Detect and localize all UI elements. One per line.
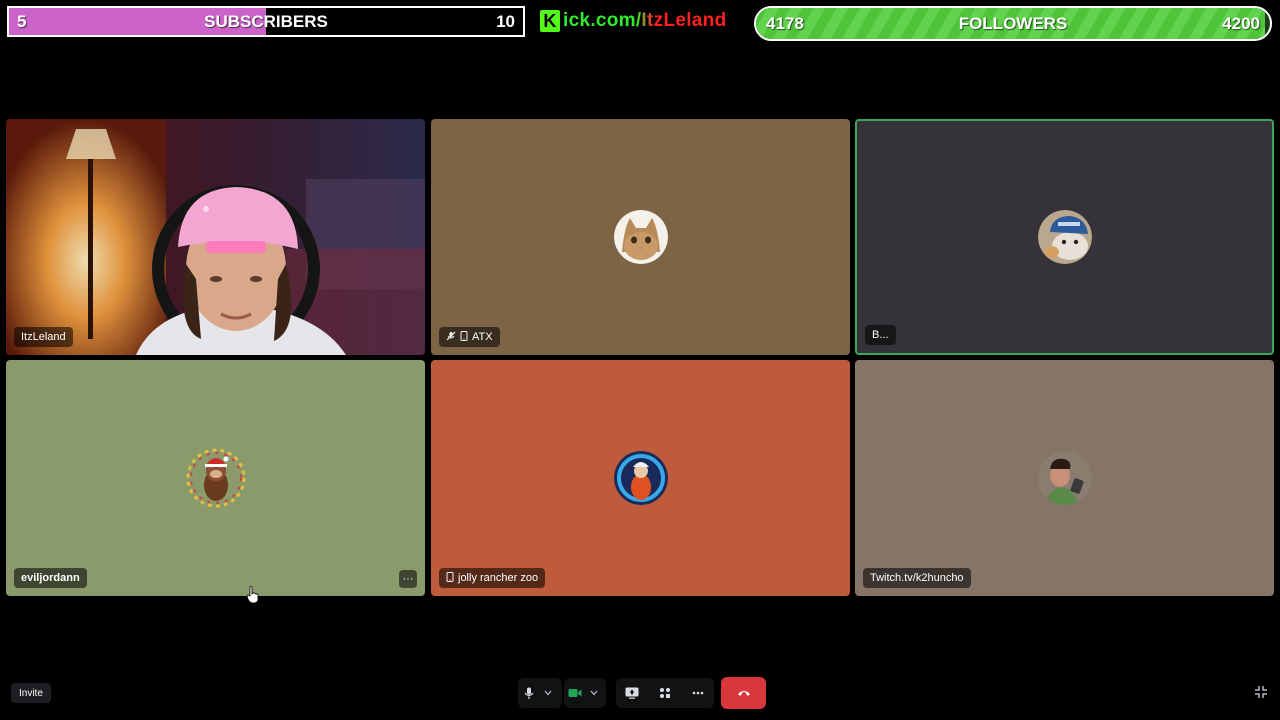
followers-goal-bar: 4178 FOLLOWERS 4200: [754, 6, 1272, 41]
tile-more-options-button[interactable]: ···: [399, 570, 417, 588]
activities-icon[interactable]: [654, 678, 676, 708]
mic-control-group: [518, 678, 562, 708]
mouse-cursor-icon: [246, 586, 259, 604]
cat-avatar: [613, 210, 668, 264]
participant-name-tag: jolly rancher zoo: [439, 568, 546, 588]
end-call-button[interactable]: [721, 677, 766, 709]
participant-name: B...: [872, 329, 889, 341]
subscribers-label: SUBSCRIBERS: [204, 11, 328, 31]
followers-goal: 4200: [1222, 13, 1260, 33]
participant-name: eviljordann: [21, 572, 80, 584]
kick-channel-link: K ick.com/ItzLeland: [540, 6, 726, 36]
person-avatar: [1037, 451, 1092, 505]
participant-name-tag: eviljordann: [14, 568, 87, 588]
participant-tile-b[interactable]: B...: [855, 119, 1274, 355]
participant-name-tag: ATX: [439, 327, 500, 347]
subscribers-goal: 10: [496, 11, 515, 31]
kick-logo-icon: K: [540, 10, 560, 32]
screen-share-icon[interactable]: [621, 678, 643, 708]
followers-label: FOLLOWERS: [958, 13, 1068, 33]
participant-tile-itzleland[interactable]: ItzLeland: [6, 119, 425, 355]
invite-button[interactable]: Invite: [11, 683, 51, 703]
participant-name-tag: B...: [865, 325, 896, 345]
mobile-icon: [460, 330, 468, 344]
participant-name: ItzLeland: [21, 331, 66, 343]
mic-options-chevron-icon[interactable]: [540, 678, 556, 708]
participant-name: ATX: [472, 331, 493, 343]
camera-icon[interactable]: [564, 678, 586, 708]
participant-name: jolly rancher zoo: [458, 572, 539, 584]
participant-tile-eviljordann[interactable]: eviljordann ···: [6, 360, 425, 596]
mobile-icon: [446, 571, 454, 585]
subscribers-goal-bar: 5 SUBSCRIBERS 10: [7, 6, 525, 37]
participant-name-tag: Twitch.tv/k2huncho: [863, 568, 971, 588]
participant-tile-jolly-rancher-zoo[interactable]: jolly rancher zoo: [431, 360, 850, 596]
participant-name-tag: ItzLeland: [14, 327, 73, 347]
mic-muted-icon: [446, 331, 456, 344]
end-call-icon: [737, 691, 750, 696]
action-control-group: [616, 678, 714, 708]
camera-options-chevron-icon[interactable]: [586, 678, 602, 708]
participant-tile-atx[interactable]: ATX: [431, 119, 850, 355]
kick-url-text: ick.com/ItzLeland: [563, 10, 727, 31]
exit-fullscreen-icon[interactable]: [1253, 684, 1269, 700]
webcam-video: [6, 119, 425, 355]
participant-name: Twitch.tv/k2huncho: [870, 572, 964, 584]
camera-control-group: [564, 678, 606, 708]
cat-with-cap-avatar: [1037, 210, 1092, 264]
participant-tile-k2huncho[interactable]: Twitch.tv/k2huncho: [855, 360, 1274, 596]
character-avatar: [613, 451, 668, 505]
monkey-santa-avatar: [185, 447, 247, 509]
microphone-icon[interactable]: [518, 678, 540, 708]
more-icon[interactable]: [687, 678, 709, 708]
